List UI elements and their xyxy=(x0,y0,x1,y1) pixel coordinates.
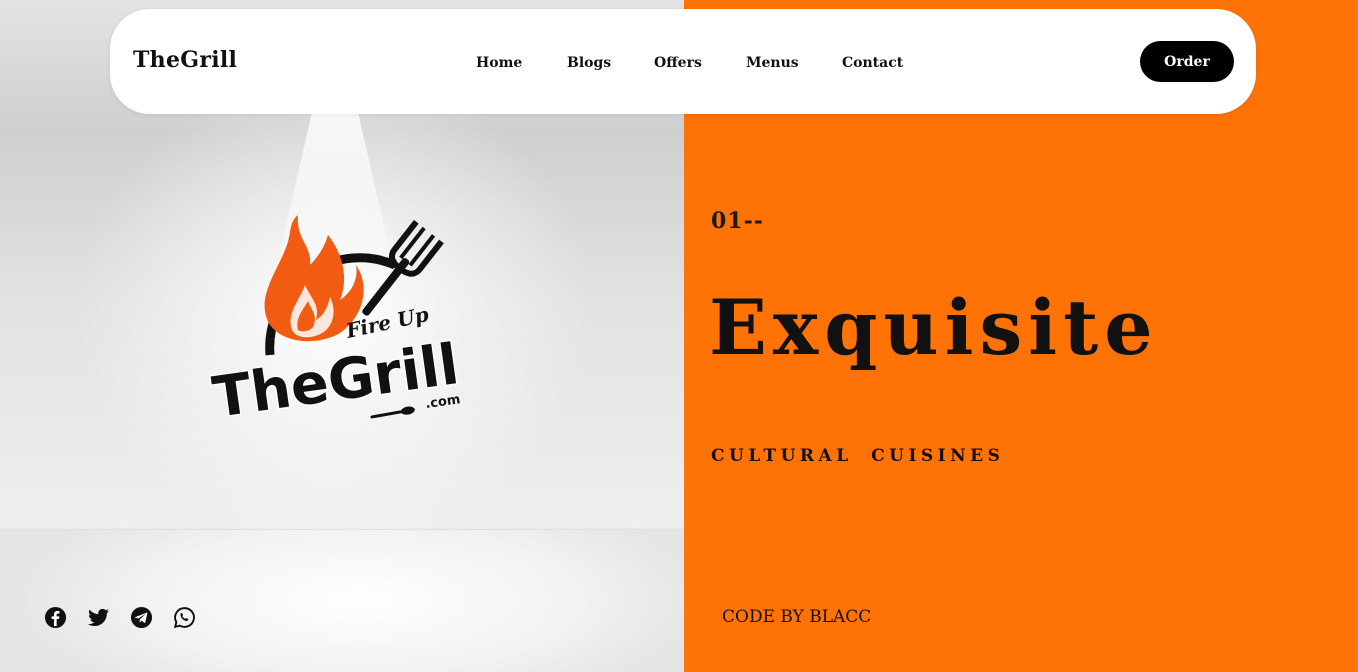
nav-link-contact[interactable]: Contact xyxy=(842,55,903,71)
order-button[interactable]: Order xyxy=(1140,41,1234,82)
slide-number: 01-- xyxy=(711,208,764,234)
telegram-icon[interactable] xyxy=(130,606,153,629)
twitter-icon[interactable] xyxy=(87,606,110,629)
brand-logo-text[interactable]: TheGrill xyxy=(133,47,237,73)
nav-link-menus[interactable]: Menus xyxy=(746,55,799,71)
credit-text: CODE BY BLACC xyxy=(722,607,872,627)
hero-subtitle: CULTURAL CUISINES xyxy=(711,446,1005,466)
main-navbar: TheGrill Home Blogs Offers Menus Contact… xyxy=(110,9,1256,114)
logo-name: TheGrill xyxy=(209,332,463,431)
facebook-icon[interactable] xyxy=(44,606,67,629)
nav-link-blogs[interactable]: Blogs xyxy=(567,55,611,71)
nav-link-offers[interactable]: Offers xyxy=(654,55,702,71)
hero-title: Exquisite xyxy=(709,283,1159,372)
whatsapp-icon[interactable] xyxy=(173,606,196,629)
nav-link-home[interactable]: Home xyxy=(476,55,522,71)
floor-backdrop xyxy=(0,530,684,672)
thegrill-logo: Fire Up TheGrill .com xyxy=(208,215,464,432)
